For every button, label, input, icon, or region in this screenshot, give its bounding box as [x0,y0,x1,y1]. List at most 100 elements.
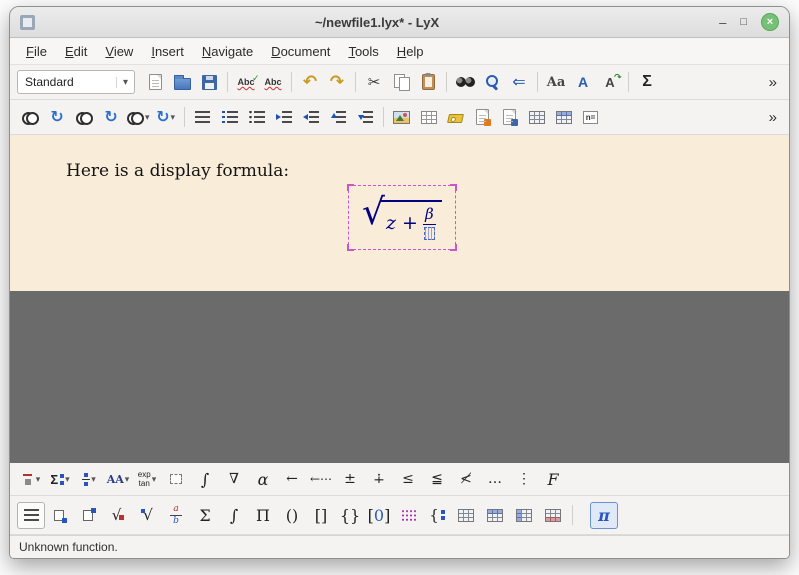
increase-depth-button[interactable] [271,104,297,130]
add-column-button[interactable] [510,502,538,529]
copy-button[interactable] [388,69,414,95]
greek-letters-button[interactable]: α [249,466,277,493]
nth-root-button[interactable]: √ [133,502,161,529]
document-text[interactable]: Here is a display formula: [66,161,289,181]
menu-edit[interactable]: Edit [57,41,95,62]
square-root-button[interactable]: √ [104,502,132,529]
open-document-button[interactable] [169,69,195,95]
menu-help[interactable]: Help [389,41,432,62]
move-paragraph-up-button[interactable] [325,104,351,130]
dashed-arrows-button[interactable]: ←⋯ [307,466,335,493]
insert-note-button[interactable]: n= [578,104,604,130]
continuous-spellcheck-button[interactable]: Abc [260,69,286,95]
math-panel-toggle-button[interactable]: π [590,502,618,529]
undo-button[interactable]: ↶ [297,69,323,95]
braces-button[interactable]: {} [336,502,364,529]
insert-label-button[interactable] [443,104,469,130]
bullet-list-button[interactable] [244,104,270,130]
save-document-button[interactable] [196,69,222,95]
fractions-button[interactable]: ▾ [75,466,103,493]
operators-button[interactable]: ∇ [220,466,248,493]
menu-file[interactable]: File [18,41,55,62]
insert-graphics-button[interactable] [389,104,415,130]
arrows-button[interactable]: ← [278,466,306,493]
view-other-formats-button[interactable]: ▾ [125,104,152,130]
not-less-button[interactable]: ≮ [452,466,480,493]
display-formula[interactable]: √ z + β [362,195,442,240]
titlebar[interactable]: ~/newfile1.lyx* - LyX – □ × [10,7,789,38]
big-operators-button[interactable]: Σ▾ [46,466,74,493]
add-row-button[interactable] [481,502,509,529]
math-text-styles-button[interactable]: AA▾ [104,466,132,493]
integral-icon: ∫ [201,470,209,489]
matrix-button[interactable] [394,502,422,529]
product-button[interactable]: Π [249,502,277,529]
font-dialog-button[interactable]: A [570,69,596,95]
decrease-depth-button[interactable] [298,104,324,130]
navigate-back-button[interactable]: ⇐ [506,69,532,95]
insert-grid-button[interactable] [452,502,480,529]
document-canvas[interactable]: Here is a display formula: √ z + β [10,135,789,291]
vertical-dots-button[interactable]: ⋮ [510,466,538,493]
zoom-button[interactable] [479,69,505,95]
update-master-button[interactable]: ↻ [98,104,124,130]
math-macros-button[interactable]: F [539,466,567,493]
insert-cross-reference-button[interactable] [497,104,523,130]
menu-tools[interactable]: Tools [340,41,386,62]
find-replace-button[interactable] [452,69,478,95]
numbered-list-button[interactable] [217,104,243,130]
redo-button[interactable]: ↷ [324,69,350,95]
dots-button[interactable]: … [481,466,509,493]
plus-minus-button[interactable]: ± [336,466,364,493]
subscript-button[interactable] [46,502,74,529]
menu-document[interactable]: Document [263,41,338,62]
menu-view[interactable]: View [97,41,141,62]
new-document-button[interactable] [142,69,168,95]
brackets-button[interactable]: [] [307,502,335,529]
paragraph-style-select[interactable]: Standard ▾ [17,70,135,94]
move-paragraph-down-button[interactable] [352,104,378,130]
toolbar-overflow-button[interactable]: » [764,74,782,91]
cut-button[interactable]: ✂ [361,69,387,95]
chevron-down-icon: ▾ [145,112,150,123]
paste-button[interactable] [415,69,441,95]
spellcheck-button[interactable]: Abc [233,69,259,95]
sum-button[interactable]: Σ [191,502,219,529]
menu-navigate[interactable]: Navigate [194,41,261,62]
text-style-button[interactable]: Aa [543,69,569,95]
insert-listing-button[interactable] [551,104,577,130]
menu-insert[interactable]: Insert [143,41,192,62]
integrals-button[interactable]: ∫ [191,466,219,493]
maximize-button[interactable]: □ [740,17,747,28]
delimiters-button[interactable]: [0] [365,502,393,529]
integral-button[interactable]: ∫ [220,502,248,529]
update-other-formats-button[interactable]: ↻▾ [153,104,179,130]
less-over-equal-button[interactable]: ≦ [423,466,451,493]
dot-plus-button[interactable]: ∔ [365,466,393,493]
less-equal-button[interactable]: ≤ [394,466,422,493]
insert-float-button[interactable] [524,104,550,130]
fraction-button[interactable]: ab [162,502,190,529]
selection-corner [450,244,457,251]
insert-citation-button[interactable] [470,104,496,130]
insert-math-button[interactable]: Σ [634,69,660,95]
functions-button[interactable]: exptan▾ [133,466,161,493]
toolbar-overflow-button[interactable]: » [764,109,782,126]
insert-box-button[interactable] [162,466,190,493]
paragraph-settings-button[interactable] [190,104,216,130]
cases-button[interactable]: { [423,502,451,529]
close-button[interactable]: × [761,13,779,31]
view-master-button[interactable] [71,104,97,130]
apply-last-style-button[interactable]: A [597,69,623,95]
formula-selection[interactable]: √ z + β [348,185,456,250]
empty-cell-placeholder[interactable] [424,227,435,240]
parentheses-button[interactable]: () [278,502,306,529]
minimize-button[interactable]: – [719,16,726,29]
math-decorations-button[interactable]: ▾ [17,466,45,493]
view-button[interactable] [17,104,43,130]
math-spacing-button[interactable] [17,502,45,529]
insert-table-button[interactable] [416,104,442,130]
update-button[interactable]: ↻ [44,104,70,130]
delete-row-button[interactable] [539,502,567,529]
superscript-button[interactable] [75,502,103,529]
